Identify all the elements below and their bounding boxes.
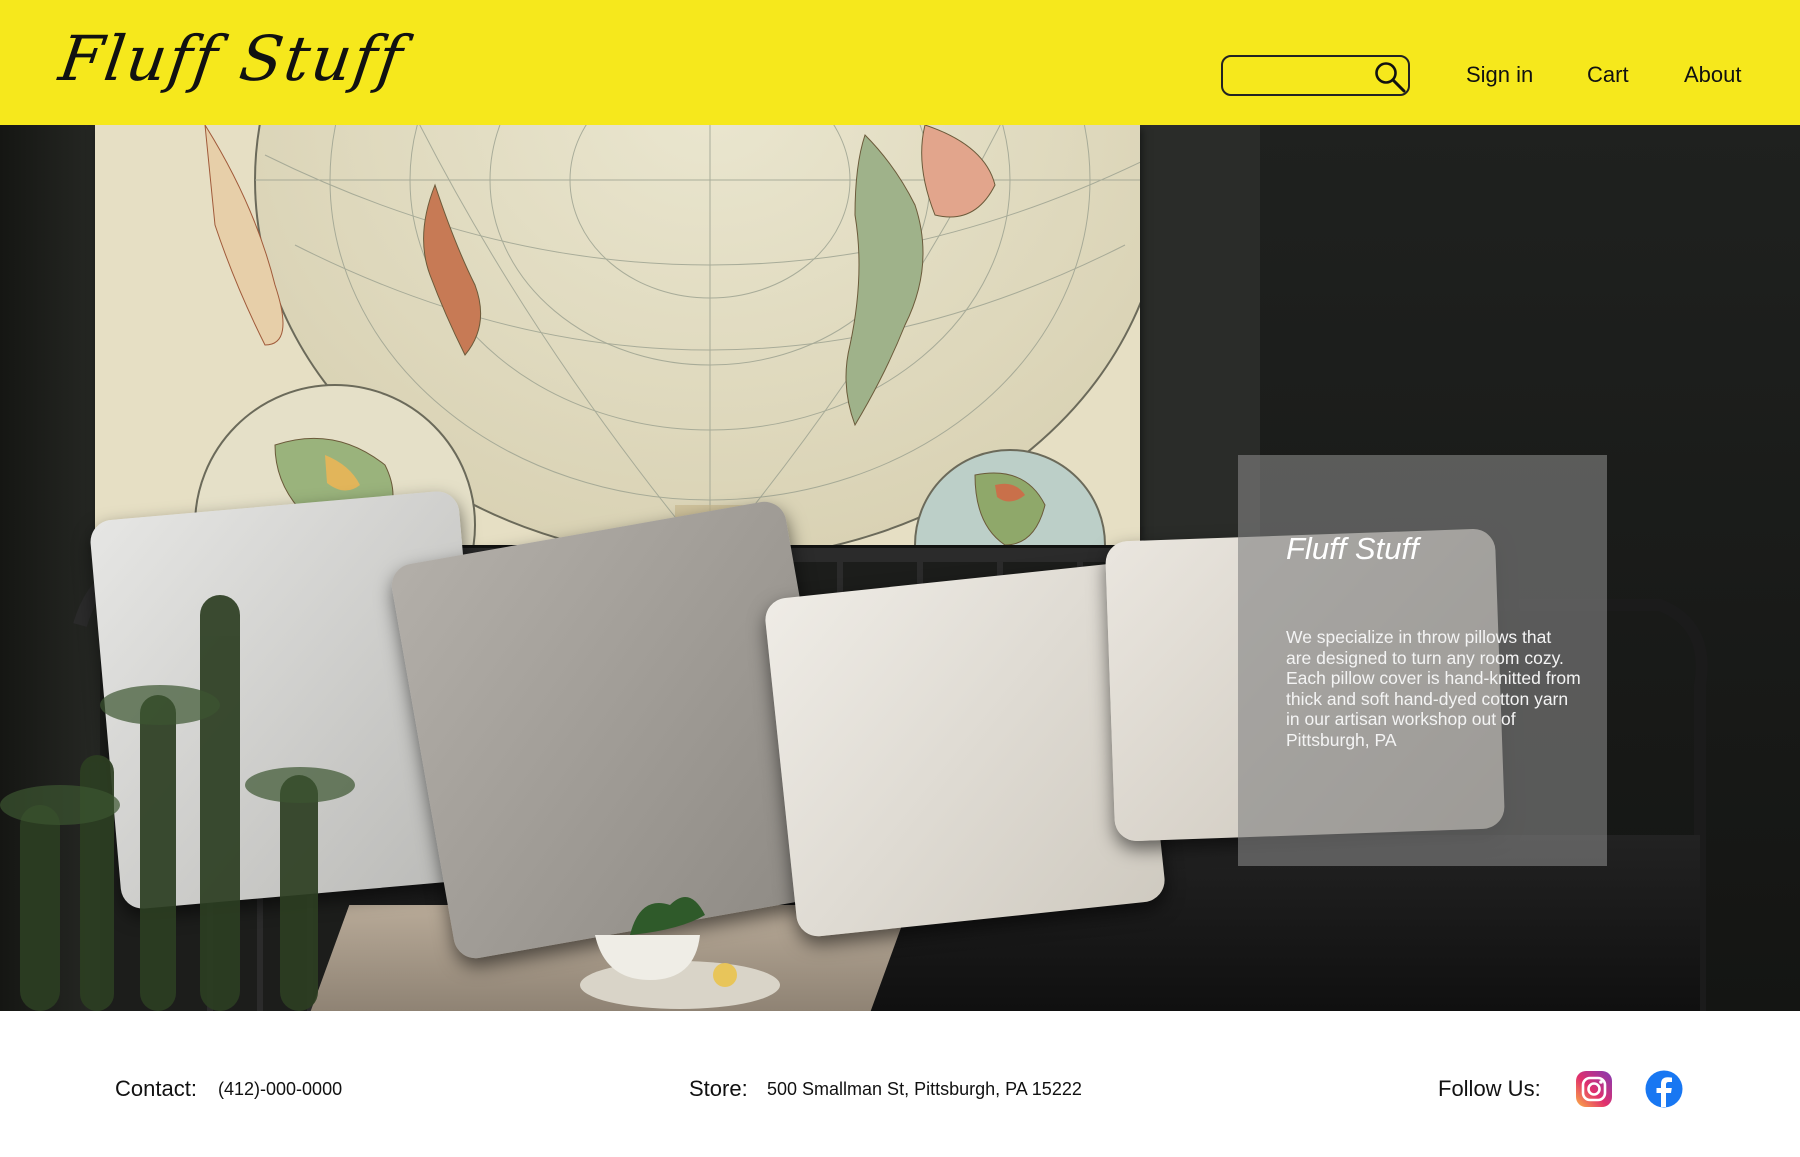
overlay-description: We specialize in throw pillows that are … bbox=[1286, 627, 1581, 750]
about-overlay: Fluff Stuff We specialize in throw pillo… bbox=[1238, 455, 1607, 866]
map-illustration bbox=[95, 125, 1140, 545]
nav-about[interactable]: About bbox=[1684, 62, 1742, 88]
site-footer: Contact: (412)-000-0000 Store: 500 Small… bbox=[0, 1011, 1800, 1157]
search-box[interactable] bbox=[1221, 55, 1410, 96]
hero-image: Fluff Stuff We specialize in throw pillo… bbox=[0, 125, 1800, 1011]
store-label: Store: bbox=[689, 1076, 748, 1101]
search-icon[interactable] bbox=[1373, 60, 1407, 94]
world-map-poster bbox=[95, 125, 1140, 545]
site-logo[interactable]: Fluff Stuff bbox=[55, 22, 409, 95]
cactus-plant bbox=[0, 595, 355, 1011]
search-input[interactable] bbox=[1233, 63, 1363, 89]
pillow-cream-striped bbox=[763, 561, 1167, 939]
contact-label: Contact: bbox=[115, 1076, 197, 1101]
overlay-title: Fluff Stuff bbox=[1286, 531, 1419, 566]
store-address[interactable]: 500 Smallman St, Pittsburgh, PA 15222 bbox=[767, 1079, 1082, 1100]
nav-cart[interactable]: Cart bbox=[1587, 62, 1629, 88]
follow-label: Follow Us: bbox=[1438, 1076, 1541, 1101]
contact-phone[interactable]: (412)-000-0000 bbox=[218, 1079, 342, 1100]
teacup-plate bbox=[580, 897, 780, 1009]
site-header: Fluff Stuff Sign in Cart About bbox=[0, 0, 1800, 125]
nav-sign-in[interactable]: Sign in bbox=[1466, 62, 1533, 88]
instagram-icon[interactable] bbox=[1575, 1070, 1613, 1108]
facebook-icon[interactable] bbox=[1645, 1070, 1683, 1108]
